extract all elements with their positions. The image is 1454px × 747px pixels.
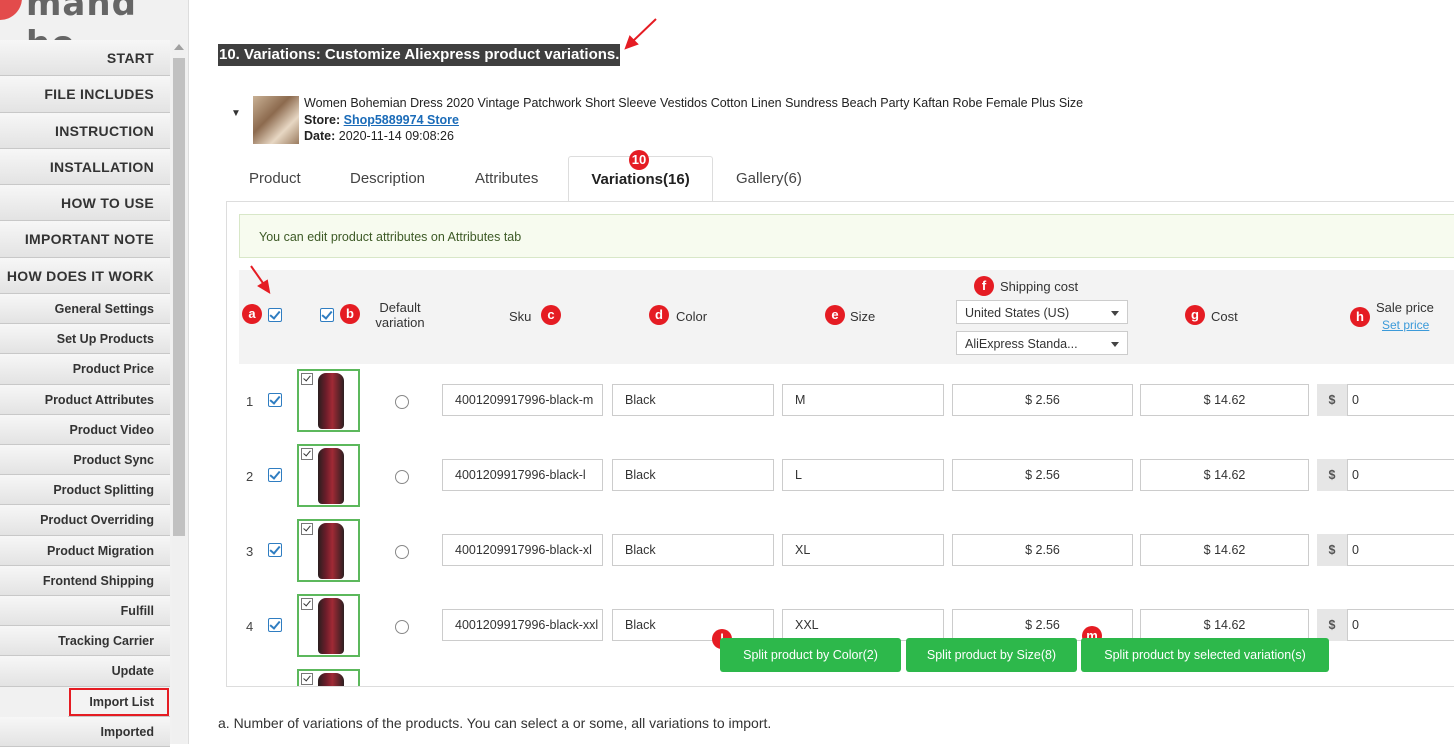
scrollbar-thumb[interactable]: [173, 58, 185, 536]
logo-mark-icon: [0, 0, 22, 20]
logo: mand ho: [0, 0, 188, 40]
sidebar: mand ho STARTFILE INCLUDESINSTRUCTIONINS…: [0, 0, 189, 747]
sidebar-item-product-splitting[interactable]: Product Splitting: [0, 475, 170, 506]
sidebar-item-file-includes[interactable]: FILE INCLUDES: [0, 76, 170, 113]
sidebar-item-how-does-it-work[interactable]: HOW DOES IT WORK: [0, 257, 170, 295]
sidebar-item-update[interactable]: Update: [0, 656, 170, 687]
sidebar-item-product-sync[interactable]: Product Sync: [0, 445, 170, 476]
main-content: 10. Variations: Customize Aliexpress pro…: [189, 0, 1454, 744]
sidebar-item-product-attributes[interactable]: Product Attributes: [0, 384, 170, 415]
sidebar-item-import-list[interactable]: Import List: [68, 686, 170, 717]
sidebar-item-product-video[interactable]: Product Video: [0, 414, 170, 446]
sidebar-nav: START FILE INCLUDES INSTRUCTION INSTALLATIO…: [0, 40, 170, 747]
sidebar-item-how-to-use[interactable]: HOW TO USE: [0, 185, 170, 222]
sidebar-item-tracking-carrier[interactable]: Tracking Carrier: [0, 626, 170, 657]
scroll-up-arrow-icon[interactable]: [174, 44, 184, 50]
logo-text: mand ho: [26, 0, 137, 40]
sidebar-item-general-settings[interactable]: General Settings: [0, 294, 170, 325]
arrow-icon: [624, 18, 657, 50]
sidebar-scrollbar[interactable]: [172, 40, 186, 744]
sidebar-item-imported[interactable]: Imported: [0, 716, 170, 747]
sidebar-item-product-migration[interactable]: Product Migration: [0, 535, 170, 566]
arrow-icon: [250, 265, 271, 294]
sidebar-item-product-overriding[interactable]: Product Overriding: [0, 505, 170, 536]
sidebar-item-installation[interactable]: INSTALLATION: [0, 148, 170, 186]
sidebar-item-set-up-products[interactable]: Set Up Products: [0, 324, 170, 355]
sidebar-item-important-note[interactable]: IMPORTANT NOTE: [0, 221, 170, 258]
sidebar-item-start[interactable]: START: [0, 40, 170, 77]
sidebar-item-instruction[interactable]: INSTRUCTION: [0, 112, 170, 149]
sidebar-item-product-price[interactable]: Product Price: [0, 354, 170, 385]
sidebar-item-frontend-shipping[interactable]: Frontend Shipping: [0, 565, 170, 596]
annotation-arrows: [250, 18, 657, 294]
sidebar-item-fulfill[interactable]: Fulfill: [0, 595, 170, 627]
